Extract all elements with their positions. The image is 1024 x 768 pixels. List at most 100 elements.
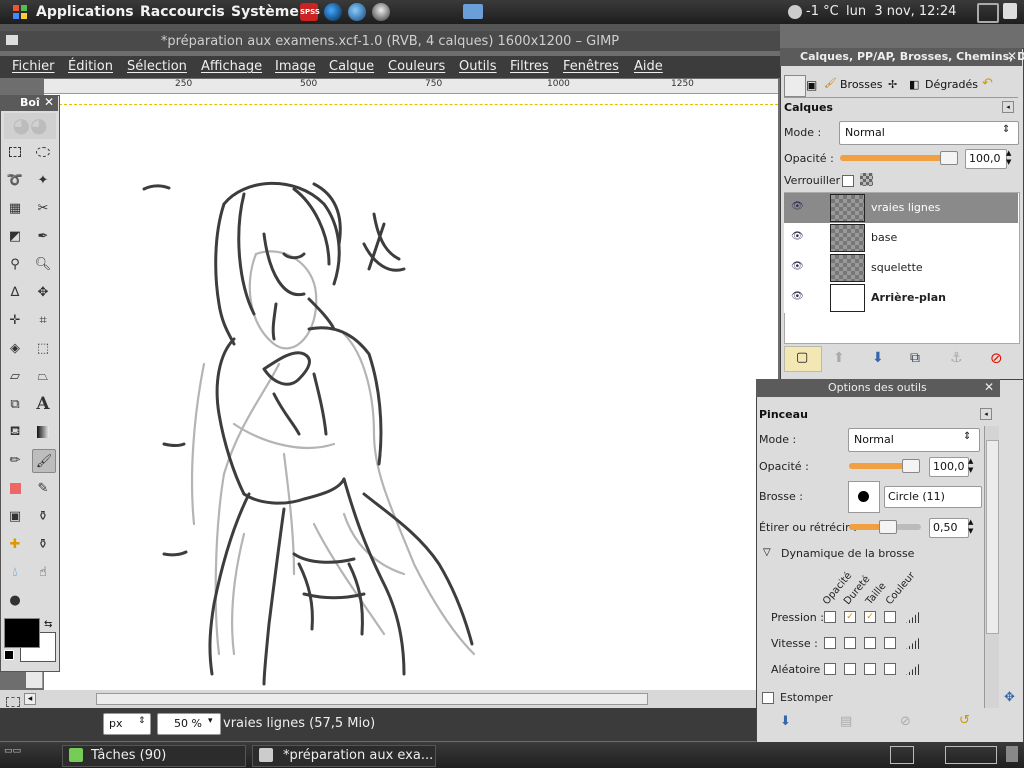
- app-launcher-icon[interactable]: [324, 3, 342, 21]
- heal-icon[interactable]: ✚: [4, 533, 26, 555]
- rotate-icon[interactable]: ◈: [4, 337, 26, 359]
- dynamics-checkbox[interactable]: [824, 611, 836, 623]
- gradients-tab-icon[interactable]: ◧: [909, 78, 919, 91]
- brushes-tab[interactable]: Brosses: [840, 78, 883, 91]
- anchor-layer-button[interactable]: ⚓︎: [950, 350, 963, 366]
- raise-layer-button[interactable]: ⬆: [833, 350, 845, 366]
- panel-menu-icon[interactable]: ◂: [1002, 101, 1014, 113]
- zoom-select[interactable]: 50 % ▾: [157, 713, 221, 735]
- move-icon[interactable]: ✥: [32, 281, 54, 303]
- menu-selection[interactable]: Sélection: [127, 59, 187, 74]
- gradients-tab[interactable]: Dégradés: [925, 78, 978, 91]
- menu-affichage[interactable]: Affichage: [201, 59, 262, 74]
- save-options-icon[interactable]: ⬇: [780, 714, 791, 729]
- window-titlebar[interactable]: *préparation aux examens.xcf-1.0 (RVB, 4…: [0, 31, 780, 51]
- visibility-eye-icon[interactable]: 👁︎: [791, 291, 804, 302]
- layer-opacity-input[interactable]: 100,0: [965, 149, 1007, 169]
- clock[interactable]: lun 3 nov, 12:24: [846, 4, 956, 19]
- airbrush-icon[interactable]: ✎: [32, 477, 54, 499]
- lower-layer-button[interactable]: ⬇: [872, 350, 884, 366]
- close-icon[interactable]: ✕: [44, 95, 54, 109]
- layers-tab-icon[interactable]: [784, 75, 806, 97]
- layer-row[interactable]: 👁︎ Arrière-plan: [784, 283, 1018, 313]
- image-canvas[interactable]: [44, 94, 778, 690]
- color-picker-icon[interactable]: ⚲: [4, 253, 26, 275]
- menu-aide[interactable]: Aide: [634, 59, 663, 74]
- power-icon[interactable]: [1003, 3, 1017, 19]
- bucket-fill-icon[interactable]: ⛾: [4, 421, 26, 443]
- shear-icon[interactable]: ▱: [4, 365, 26, 387]
- expander-triangle-icon[interactable]: ▽: [763, 547, 771, 558]
- dodge-burn-icon[interactable]: ●: [4, 589, 26, 611]
- trash-icon[interactable]: [1006, 746, 1018, 762]
- blend-icon[interactable]: [32, 421, 54, 443]
- delete-layer-button[interactable]: ⊘: [990, 349, 1003, 367]
- layer-opacity-handle[interactable]: [940, 151, 958, 165]
- text-tool-icon[interactable]: A: [32, 393, 54, 415]
- menu-calque[interactable]: Calque: [329, 59, 374, 74]
- navigate-icon[interactable]: ✥: [1004, 690, 1015, 705]
- applications-menu[interactable]: Applications: [36, 4, 134, 20]
- brush-scale-handle[interactable]: [879, 520, 897, 534]
- layer-name[interactable]: squelette: [871, 261, 923, 274]
- lock-alpha-icon[interactable]: [860, 173, 873, 186]
- layer-opacity-spinner[interactable]: ▲ ▼: [1006, 149, 1016, 167]
- rect-select-icon[interactable]: [4, 141, 26, 163]
- flip-icon[interactable]: ⧉: [4, 393, 26, 415]
- eraser-icon[interactable]: [4, 477, 26, 499]
- pencil-icon[interactable]: ✏: [4, 449, 26, 471]
- menu-filtres[interactable]: Filtres: [510, 59, 549, 74]
- layer-name[interactable]: base: [871, 231, 897, 244]
- dynamics-checkbox[interactable]: [844, 637, 856, 649]
- visibility-eye-icon[interactable]: 👁︎: [791, 201, 804, 212]
- delete-options-icon[interactable]: ⊘: [900, 714, 911, 729]
- spss-launcher-icon[interactable]: SPSS: [300, 3, 320, 21]
- swap-colors-icon[interactable]: ⇆: [44, 619, 52, 630]
- foreground-select-icon[interactable]: ◩: [4, 225, 26, 247]
- unit-select[interactable]: px ⇕: [103, 713, 151, 735]
- dynamics-checkbox[interactable]: [864, 637, 876, 649]
- scale-icon[interactable]: ⬚: [32, 337, 54, 359]
- tool-options-scrollbar[interactable]: [984, 426, 999, 708]
- crop-icon[interactable]: ⌗: [32, 309, 54, 331]
- layer-row[interactable]: 👁︎ base: [784, 223, 1018, 253]
- scroll-thumb[interactable]: [986, 440, 999, 634]
- menu-outils[interactable]: Outils: [459, 59, 497, 74]
- close-icon[interactable]: ✕: [1007, 49, 1017, 63]
- quick-mask-icon[interactable]: [6, 697, 20, 707]
- dynamics-checkbox[interactable]: ✓: [844, 611, 856, 623]
- dynamics-checkbox[interactable]: ✓: [864, 611, 876, 623]
- dynamics-checkbox[interactable]: [884, 663, 896, 675]
- ink-icon[interactable]: ▣: [4, 505, 26, 527]
- brush-opacity-input[interactable]: 100,0: [929, 457, 969, 477]
- align-icon[interactable]: ✛: [4, 309, 26, 331]
- menu-fichier[interactable]: Fichier: [12, 59, 55, 74]
- visibility-eye-icon[interactable]: 👁︎: [791, 231, 804, 242]
- brush-name-field[interactable]: Circle (11): [884, 486, 982, 508]
- brush-preview-button[interactable]: [848, 481, 880, 513]
- restore-options-icon[interactable]: ▤: [840, 714, 852, 729]
- fuzzy-select-icon[interactable]: ✦: [32, 169, 54, 191]
- foreground-color-swatch[interactable]: [4, 618, 40, 648]
- dynamics-checkbox[interactable]: [864, 663, 876, 675]
- smudge-icon[interactable]: ☝: [32, 561, 54, 583]
- horizontal-ruler[interactable]: [44, 79, 778, 94]
- layer-name[interactable]: Arrière-plan: [871, 291, 946, 304]
- brush-opacity-handle[interactable]: [902, 459, 920, 473]
- dynamics-checkbox[interactable]: [824, 663, 836, 675]
- reset-options-icon[interactable]: ↺: [959, 713, 970, 728]
- dynamics-checkbox[interactable]: [844, 663, 856, 675]
- layers-dock-titlebar[interactable]: Calques, PP/AP, Brosses, Chemins, D ✕: [780, 48, 1024, 66]
- tool-options-titlebar[interactable]: Options des outils ✕: [756, 379, 1000, 397]
- undo-history-tab-icon[interactable]: ↶: [982, 76, 993, 91]
- menu-fenetres[interactable]: Fenêtres: [563, 59, 619, 74]
- brush-scale-input[interactable]: 0,50: [929, 518, 969, 538]
- dynamics-checkbox[interactable]: [884, 637, 896, 649]
- workspace-2[interactable]: [945, 746, 997, 764]
- horizontal-scrollbar[interactable]: ◂: [0, 690, 756, 708]
- horizontal-scroll-thumb[interactable]: [96, 693, 648, 705]
- tux-launcher-icon[interactable]: [372, 3, 390, 21]
- perspective-clone-icon[interactable]: ⚱: [32, 533, 54, 555]
- color-select-icon[interactable]: ▦: [4, 197, 26, 219]
- system-menu[interactable]: Système: [231, 4, 299, 20]
